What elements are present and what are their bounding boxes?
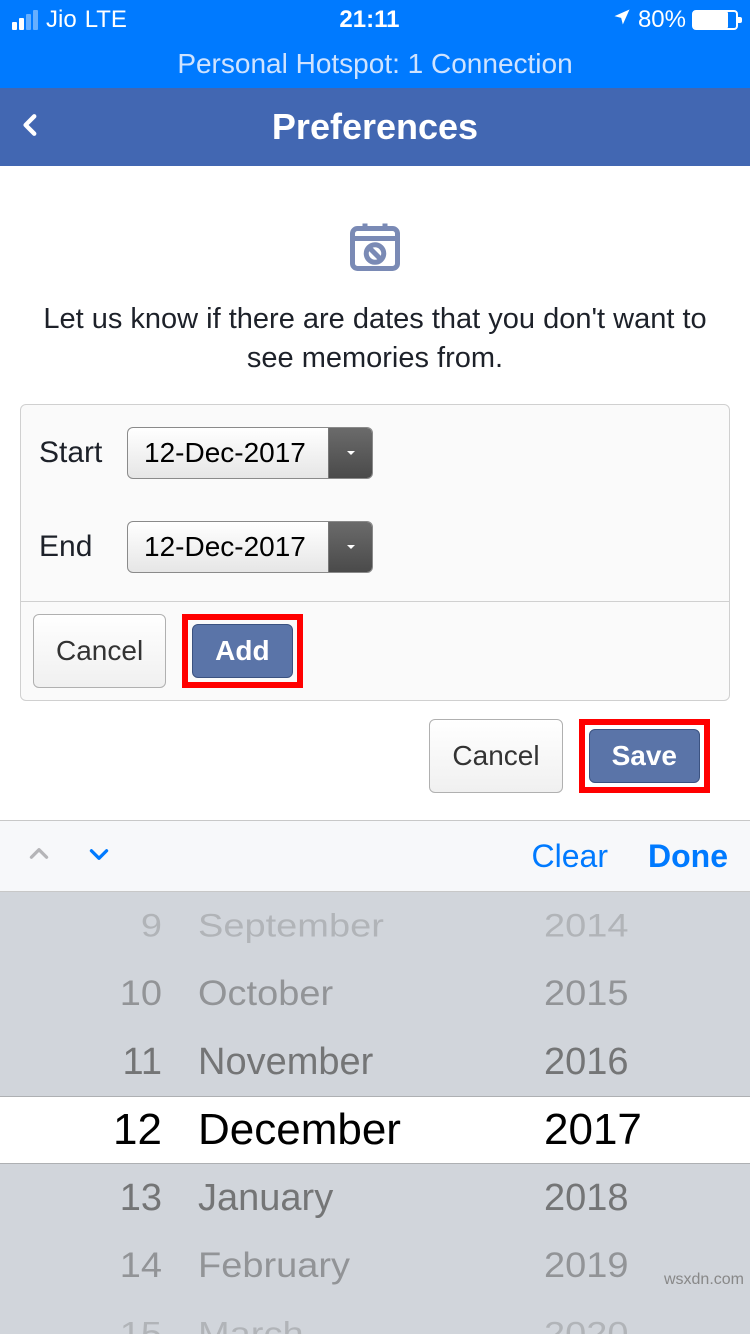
done-button[interactable]: Done bbox=[648, 838, 728, 875]
picker-day-selected[interactable]: 12 bbox=[0, 1105, 190, 1155]
picker-year[interactable]: 2014 bbox=[520, 908, 750, 945]
add-button[interactable]: Add bbox=[192, 624, 292, 678]
nav-bar: Preferences bbox=[0, 88, 750, 166]
picker-toolbar: Clear Done bbox=[0, 820, 750, 892]
picker-day[interactable]: 14 bbox=[0, 1246, 190, 1286]
end-date-select[interactable]: 12-Dec-2017 bbox=[127, 521, 373, 573]
content: Let us know if there are dates that you … bbox=[0, 166, 750, 811]
picker-month[interactable]: March bbox=[190, 1316, 520, 1334]
picker-year[interactable]: 2016 bbox=[520, 1041, 750, 1084]
picker-month[interactable]: October bbox=[190, 974, 520, 1014]
date-range-card: Start 12-Dec-2017 End 12-Dec-2017 bbox=[20, 404, 730, 701]
clear-button[interactable]: Clear bbox=[532, 838, 608, 875]
picker-year[interactable]: 2018 bbox=[520, 1177, 750, 1220]
calendar-blocked-icon bbox=[345, 216, 405, 276]
picker-day[interactable]: 9 bbox=[0, 908, 190, 945]
picker-day[interactable]: 15 bbox=[0, 1316, 190, 1334]
picker-year[interactable]: 2015 bbox=[520, 974, 750, 1014]
clock: 21:11 bbox=[339, 6, 399, 34]
start-label: Start bbox=[39, 436, 127, 470]
highlight-add: Add bbox=[182, 614, 302, 688]
picker-day[interactable]: 13 bbox=[0, 1177, 190, 1220]
end-date-value: 12-Dec-2017 bbox=[128, 522, 328, 572]
watermark: wsxdn.com bbox=[664, 1271, 744, 1289]
date-picker[interactable]: 9September2014 10October2015 11November2… bbox=[0, 892, 750, 1334]
picker-month[interactable]: November bbox=[190, 1041, 520, 1084]
carrier-label: Jio bbox=[46, 6, 77, 34]
next-field-button[interactable] bbox=[82, 841, 116, 872]
start-date-select[interactable]: 12-Dec-2017 bbox=[127, 427, 373, 479]
cancel-button[interactable]: Cancel bbox=[33, 614, 166, 688]
highlight-save: Save bbox=[579, 719, 710, 793]
picker-year-selected[interactable]: 2017 bbox=[520, 1105, 750, 1155]
picker-day[interactable]: 11 bbox=[0, 1041, 190, 1084]
network-label: LTE bbox=[85, 6, 127, 34]
picker-month[interactable]: February bbox=[190, 1246, 520, 1286]
cancel-button[interactable]: Cancel bbox=[429, 719, 562, 793]
location-icon bbox=[612, 6, 632, 34]
picker-day[interactable]: 10 bbox=[0, 974, 190, 1014]
back-button[interactable] bbox=[18, 105, 44, 150]
picker-month[interactable]: January bbox=[190, 1177, 520, 1220]
picker-month[interactable]: September bbox=[190, 908, 520, 945]
dropdown-icon bbox=[328, 522, 372, 572]
hotspot-bar[interactable]: Personal Hotspot: 1 Connection bbox=[0, 40, 750, 88]
prev-field-button[interactable] bbox=[22, 841, 56, 872]
battery-icon bbox=[692, 10, 738, 30]
save-button[interactable]: Save bbox=[589, 729, 700, 783]
dropdown-icon bbox=[328, 428, 372, 478]
start-date-value: 12-Dec-2017 bbox=[128, 428, 328, 478]
status-bar: Jio LTE 21:11 80% bbox=[0, 0, 750, 40]
picker-month-selected[interactable]: December bbox=[190, 1105, 520, 1155]
hotspot-text: Personal Hotspot: 1 Connection bbox=[177, 48, 572, 80]
battery-pct: 80% bbox=[638, 6, 686, 34]
picker-year[interactable]: 2020 bbox=[520, 1316, 750, 1334]
end-label: End bbox=[39, 530, 127, 564]
intro-text: Let us know if there are dates that you … bbox=[20, 300, 730, 378]
page-title: Preferences bbox=[0, 106, 750, 148]
signal-icon bbox=[12, 10, 38, 30]
